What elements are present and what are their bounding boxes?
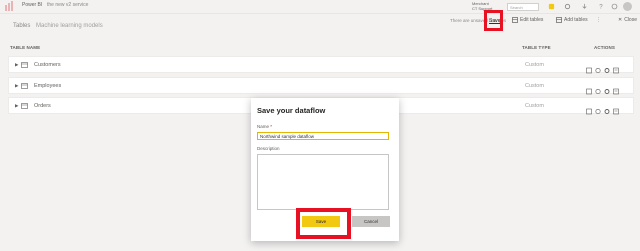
download-icon[interactable]	[580, 2, 588, 11]
settings-icon[interactable]	[604, 102, 610, 114]
add-tables-button[interactable]: Add tables	[556, 17, 588, 23]
feedback-icon[interactable]	[610, 2, 618, 11]
table-name: Employees	[34, 83, 62, 89]
table-type: Custom	[525, 103, 544, 109]
svg-text:?: ?	[599, 4, 603, 10]
avatar[interactable]	[623, 2, 632, 11]
tab-bar: Tables Machine learning models	[13, 23, 103, 29]
properties-icon[interactable]	[613, 102, 619, 115]
table-type: Custom	[525, 62, 544, 68]
settings-icon[interactable]	[563, 2, 571, 11]
edit-tables-label: Edit tables	[520, 17, 544, 23]
name-label-text: Name	[257, 124, 270, 129]
required-asterisk: *	[270, 124, 273, 129]
table-row[interactable]: ▶ Employees Custom	[8, 77, 634, 95]
more-options-icon: ⋮	[596, 17, 601, 23]
row-actions	[586, 61, 619, 74]
refresh-icon[interactable]	[595, 82, 601, 95]
add-tables-label: Add tables	[564, 17, 588, 23]
dialog-title: Save your dataflow	[257, 106, 326, 115]
table-name: Customers	[34, 62, 61, 68]
app-name[interactable]: Power BI	[22, 2, 42, 8]
table-icon	[21, 103, 28, 109]
table-type: Custom	[525, 83, 544, 89]
expand-chevron-icon[interactable]: ▶	[15, 103, 18, 109]
column-header-table-name: TABLE NAME	[10, 45, 41, 50]
table-icon	[21, 62, 28, 68]
more-options-button[interactable]: ⋮	[596, 17, 601, 23]
table-name: Orders	[34, 103, 51, 109]
expand-chevron-icon[interactable]: ▶	[15, 62, 18, 68]
close-label: Close	[624, 17, 637, 23]
edit-table-icon[interactable]	[586, 61, 592, 74]
help-icon[interactable]: ?	[596, 2, 604, 11]
edit-table-icon[interactable]	[586, 82, 592, 95]
tab-machine-learning-models[interactable]: Machine learning models	[36, 23, 103, 29]
refresh-icon[interactable]	[595, 102, 601, 115]
properties-icon[interactable]	[613, 82, 619, 95]
dataflow-name-input[interactable]	[257, 132, 389, 140]
settings-icon[interactable]	[604, 82, 610, 94]
top-bar: Power BI the new v2 service Merchant CT …	[0, 0, 640, 14]
notifications-icon[interactable]	[547, 2, 555, 11]
save-button-highlight-box	[296, 208, 351, 239]
edit-tables-button[interactable]: Edit tables	[512, 17, 543, 23]
column-header-actions: ACTIONS	[594, 45, 615, 50]
description-label: Description	[257, 146, 280, 151]
tab-tables[interactable]: Tables	[13, 23, 30, 29]
table-row[interactable]: ▶ Customers Custom	[8, 56, 634, 74]
save-highlight-box	[484, 10, 503, 31]
edit-table-icon	[512, 17, 518, 23]
workspace-name[interactable]: the new v2 service	[47, 2, 88, 8]
power-bi-logo-icon	[5, 1, 13, 11]
edit-table-icon[interactable]	[586, 102, 592, 115]
close-icon: ✕	[618, 17, 623, 23]
row-actions	[586, 102, 619, 115]
search-input[interactable]: Search	[507, 3, 539, 11]
table-icon	[21, 83, 28, 89]
settings-icon[interactable]	[604, 61, 610, 73]
close-button[interactable]: ✕ Close	[618, 17, 637, 23]
column-header-table-type: TABLE TYPE	[522, 45, 551, 50]
expand-chevron-icon[interactable]: ▶	[15, 83, 18, 89]
refresh-icon[interactable]	[595, 61, 601, 74]
dialog-cancel-button[interactable]: Cancel	[352, 216, 390, 227]
add-table-icon	[556, 17, 562, 23]
properties-icon[interactable]	[613, 61, 619, 74]
row-actions	[586, 82, 619, 95]
description-textarea[interactable]	[257, 154, 389, 210]
name-label: Name *	[257, 124, 272, 129]
